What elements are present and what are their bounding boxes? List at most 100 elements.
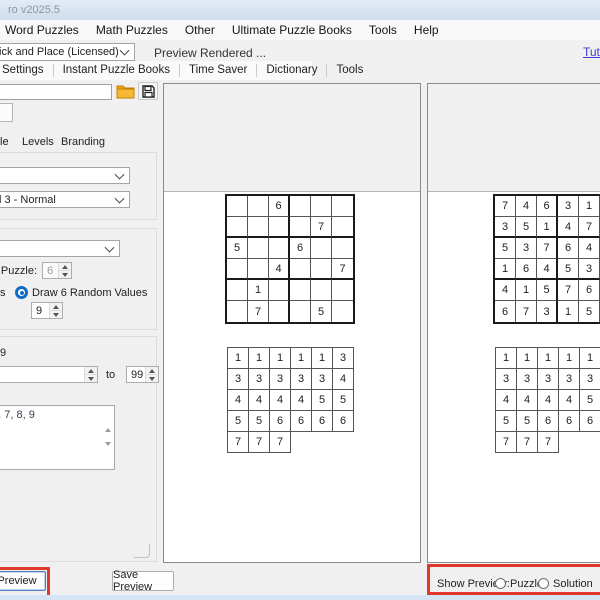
grid-cell: 6 xyxy=(270,411,291,432)
solution-preview-page: 746313514753764164534157667315 111113333… xyxy=(428,191,600,562)
grid-cell: 7 xyxy=(538,432,559,453)
grid-cell: 4 xyxy=(558,217,579,238)
spinner-up-icon[interactable] xyxy=(49,303,62,310)
open-folder-button[interactable] xyxy=(113,82,137,100)
grid-cell: 7 xyxy=(496,432,517,453)
grid-cell: 4 xyxy=(249,390,270,411)
solution-radio-label[interactable]: Solution xyxy=(553,578,593,590)
grid-cell: 5 xyxy=(517,411,538,432)
clipped-toolbar-button[interactable] xyxy=(0,103,13,122)
window-title: ro v2025.5 xyxy=(8,4,60,16)
chevron-down-icon xyxy=(115,193,125,203)
grid-cell xyxy=(332,196,353,217)
draw-random-values-label[interactable]: Draw 6 Random Values xyxy=(32,287,147,299)
values-spinner-value: 9 xyxy=(36,305,42,317)
draw-random-values-radio[interactable] xyxy=(15,286,28,299)
spinner-up-icon[interactable] xyxy=(58,263,71,270)
spinner-down-icon[interactable] xyxy=(145,374,158,382)
tab-tools[interactable]: Tools xyxy=(327,64,372,77)
spinner-arrows[interactable] xyxy=(145,367,158,382)
menu-ultimate-puzzle-books[interactable]: Ultimate Puzzle Books xyxy=(232,23,352,37)
spinner-arrows[interactable] xyxy=(49,303,62,318)
grid-cell: 3 xyxy=(580,369,600,390)
subtab-branding[interactable]: Branding xyxy=(61,136,105,148)
status-text: Preview Rendered ... xyxy=(154,46,266,60)
range-max-spinner[interactable]: 99 xyxy=(126,366,159,383)
save-preview-button-label: Save Preview xyxy=(113,569,173,593)
grid-cell: 7 xyxy=(516,301,537,322)
grid-cell: 6 xyxy=(579,280,600,301)
grid-cell: 4 xyxy=(559,390,580,411)
menu-word-puzzles[interactable]: Word Puzzles xyxy=(5,23,79,37)
scroll-up-icon[interactable] xyxy=(105,411,111,429)
grid-cell xyxy=(311,280,332,301)
puzzle-radio[interactable] xyxy=(495,578,506,589)
grid-cell: 3 xyxy=(538,369,559,390)
chevron-down-icon xyxy=(120,46,130,56)
tab-dictionary[interactable]: Dictionary xyxy=(257,64,327,77)
subtab-puzzle-fragment[interactable]: le xyxy=(0,136,9,148)
grid-cell: 7 xyxy=(248,301,269,322)
grid-cell: 1 xyxy=(291,348,312,369)
save-preview-button[interactable]: Save Preview xyxy=(112,571,174,591)
grid-cell: 5 xyxy=(558,259,579,280)
values-spinner[interactable]: 9 xyxy=(31,302,63,319)
grid-cell: 4 xyxy=(579,238,600,259)
preview-button[interactable]: Preview xyxy=(0,571,46,591)
values-listbox[interactable]: 6, 7, 8, 9 xyxy=(0,405,115,470)
file-path-input[interactable] xyxy=(0,84,112,100)
grid-cell: 6 xyxy=(312,411,333,432)
grid-cell xyxy=(332,280,353,301)
spinner-up-icon[interactable] xyxy=(145,367,158,374)
tab-time-saver[interactable]: Time Saver xyxy=(180,64,257,77)
module-select[interactable]: ick and Place (Licensed) xyxy=(0,43,135,61)
grid-cell: 5 xyxy=(312,390,333,411)
grid-cell xyxy=(227,196,248,217)
grid-cell: 1 xyxy=(495,259,516,280)
tab-settings[interactable]: Settings xyxy=(0,64,54,77)
subtab-levels[interactable]: Levels xyxy=(22,136,54,148)
spinner-arrows[interactable] xyxy=(58,263,71,278)
grid-cell: 3 xyxy=(333,348,354,369)
scroll-down-icon[interactable] xyxy=(105,446,111,464)
spinner-down-icon[interactable] xyxy=(49,310,62,318)
tutorial-link[interactable]: Tuto xyxy=(583,45,600,59)
grid-cell: 6 xyxy=(333,411,354,432)
grid-cell: 7 xyxy=(332,259,353,280)
bottom-strip xyxy=(0,595,600,600)
menu-other[interactable]: Other xyxy=(185,23,215,37)
level-select[interactable]: l 3 - Normal xyxy=(0,191,130,208)
sudoku-solution-grid: 746313514753764164534157667315 xyxy=(493,194,600,324)
spinner-up-icon[interactable] xyxy=(84,367,97,374)
module-select-value: ick and Place (Licensed) xyxy=(0,46,119,58)
save-button[interactable] xyxy=(138,82,158,100)
grid-cell: 4 xyxy=(538,390,559,411)
puzzle-count-spinner[interactable]: 6 xyxy=(42,262,72,279)
radio-dot-icon xyxy=(20,291,24,295)
tab-instant-puzzle-books[interactable]: Instant Puzzle Books xyxy=(54,64,180,77)
grid-cell: 3 xyxy=(517,369,538,390)
grid-cell: 1 xyxy=(312,348,333,369)
grid-cell: 7 xyxy=(579,217,600,238)
puzzle-type-select[interactable] xyxy=(0,240,120,257)
grid-cell: 5 xyxy=(496,411,517,432)
grid-cell xyxy=(290,196,311,217)
grid-cell xyxy=(332,238,353,259)
grid-cell xyxy=(269,301,290,322)
grid-cell: 3 xyxy=(496,369,517,390)
spinner-down-icon[interactable] xyxy=(58,270,71,278)
menu-math-puzzles[interactable]: Math Puzzles xyxy=(96,23,168,37)
spinner-arrows[interactable] xyxy=(84,367,97,382)
grid-cell: 7 xyxy=(558,280,579,301)
style-select[interactable] xyxy=(0,167,130,184)
menu-help[interactable]: Help xyxy=(414,23,439,37)
grid-cell: 7 xyxy=(517,432,538,453)
range-label-fragment: 9 xyxy=(0,347,6,359)
grid-cell: 3 xyxy=(558,196,579,217)
grid-cell xyxy=(269,238,290,259)
solution-radio[interactable] xyxy=(538,578,549,589)
grid-cell: 4 xyxy=(228,390,249,411)
menu-tools[interactable]: Tools xyxy=(369,23,397,37)
range-min-spinner[interactable] xyxy=(0,366,98,383)
spinner-down-icon[interactable] xyxy=(84,374,97,382)
